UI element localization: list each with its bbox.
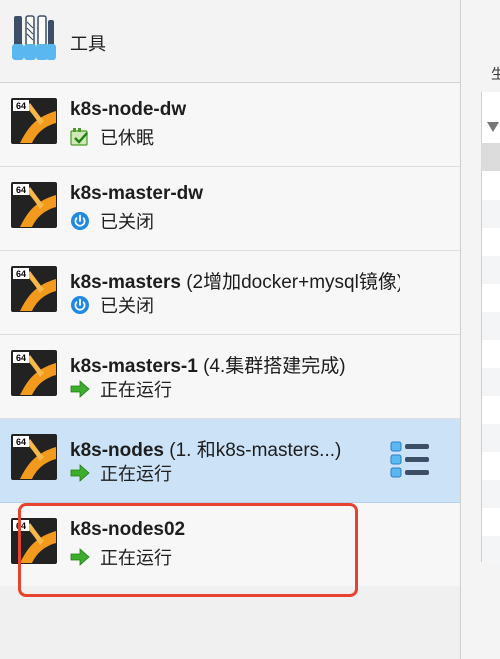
tools-row[interactable]: 工具 xyxy=(0,0,460,83)
vm-status: 已关闭 xyxy=(70,210,154,232)
vm-item-k8s-masters[interactable]: 64 k8s-masters (2增加docker+mysql镜像) 已关闭 xyxy=(0,251,460,335)
vm-item-k8s-nodes02[interactable]: 64 k8s-nodes02 正在运行 xyxy=(0,503,460,586)
vm-name: k8s-nodes xyxy=(70,440,164,461)
vm-title: k8s-node-dw xyxy=(70,99,400,121)
vm-status-text: 已休眠 xyxy=(100,128,154,148)
linux-64-os-icon: 64 xyxy=(11,350,57,396)
disclosure-triangle-icon[interactable] xyxy=(487,122,499,132)
vm-name: k8s-node-dw xyxy=(70,99,187,120)
vm-item-k8s-nodes[interactable]: 64 k8s-nodes (1. 和k8s-masters...) 正在运行 xyxy=(0,419,460,503)
linux-64-os-icon: 64 xyxy=(11,434,57,480)
powered-off-icon xyxy=(71,296,89,314)
vm-status-text: 已关闭 xyxy=(100,212,154,232)
vm-status: 正在运行 xyxy=(70,546,172,568)
vm-title: k8s-masters (2增加docker+mysql镜像) xyxy=(70,267,400,294)
vm-list: 64 k8s-node-dw 已休眠 64 k8s-master-dw 已关闭 … xyxy=(0,83,460,586)
vm-status: 正在运行 xyxy=(70,378,172,400)
vm-name: k8s-masters xyxy=(70,272,181,293)
vm-status-text: 正在运行 xyxy=(100,380,172,400)
linux-64-os-icon: 64 xyxy=(11,518,57,564)
vm-item-k8s-node-dw[interactable]: 64 k8s-node-dw 已休眠 xyxy=(0,83,460,167)
details-header-label: 生 xyxy=(491,66,500,82)
details-menu-icon[interactable] xyxy=(390,441,430,479)
running-arrow-icon xyxy=(70,464,90,482)
details-selected-row[interactable] xyxy=(481,143,500,171)
vm-description: (4.集群搭建完成) xyxy=(197,356,346,377)
vm-description: (1. 和k8s-masters...) xyxy=(163,440,342,461)
vm-name: k8s-master-dw xyxy=(70,183,204,204)
vm-name: k8s-masters-1 xyxy=(70,356,198,377)
vm-name: k8s-nodes02 xyxy=(70,519,186,540)
svg-text:64: 64 xyxy=(16,185,26,195)
vm-title: k8s-nodes (1. 和k8s-masters...) xyxy=(70,435,400,462)
vm-item-k8s-master-dw[interactable]: 64 k8s-master-dw 已关闭 xyxy=(0,167,460,251)
vm-sidebar: 工具 64 k8s-node-dw 已休眠 64 k8s-master-dw 已… xyxy=(0,0,461,659)
vm-status-text: 正在运行 xyxy=(100,548,172,568)
svg-text:64: 64 xyxy=(16,353,26,363)
tools-label: 工具 xyxy=(70,34,106,54)
svg-text:64: 64 xyxy=(16,101,26,111)
details-pane: 生 名 xyxy=(461,0,500,659)
vm-description: (2增加docker+mysql镜像) xyxy=(180,272,400,293)
vm-title: k8s-masters-1 (4.集群搭建完成) xyxy=(70,351,400,378)
vm-status-text: 正在运行 xyxy=(100,464,172,484)
linux-64-os-icon: 64 xyxy=(11,182,57,228)
svg-text:64: 64 xyxy=(16,269,26,279)
vm-title: k8s-master-dw xyxy=(70,183,400,205)
linux-64-os-icon: 64 xyxy=(11,266,57,312)
vm-status-text: 已关闭 xyxy=(100,296,154,316)
tools-icon xyxy=(12,15,56,60)
vm-status: 正在运行 xyxy=(70,462,172,484)
running-arrow-icon xyxy=(70,380,90,398)
linux-64-os-icon: 64 xyxy=(11,98,57,144)
vm-status: 已休眠 xyxy=(70,126,154,148)
running-arrow-icon xyxy=(70,548,90,566)
saved-state-icon xyxy=(70,128,88,146)
vm-item-k8s-masters-1[interactable]: 64 k8s-masters-1 (4.集群搭建完成) 正在运行 xyxy=(0,335,460,419)
svg-text:64: 64 xyxy=(16,521,26,531)
powered-off-icon xyxy=(71,212,89,230)
vm-title: k8s-nodes02 xyxy=(70,519,400,541)
vm-status: 已关闭 xyxy=(70,294,154,316)
svg-text:64: 64 xyxy=(16,437,26,447)
